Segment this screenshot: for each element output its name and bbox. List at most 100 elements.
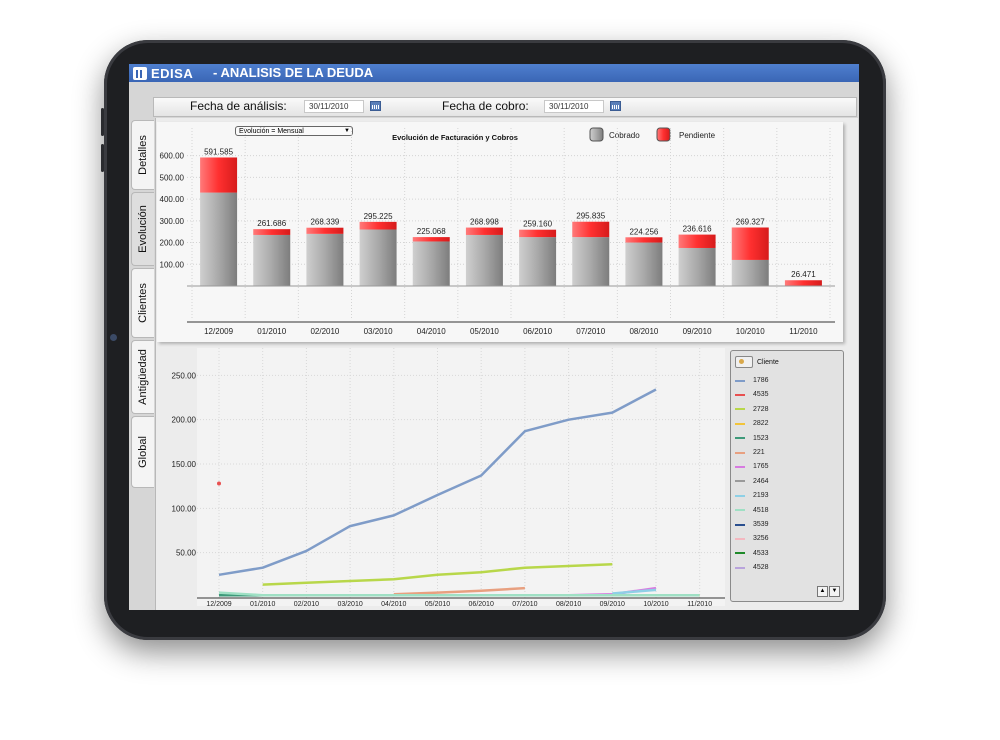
legend-item-4528[interactable]: 4528: [735, 564, 769, 571]
bar-cobrado: [306, 233, 344, 286]
x-tick-label: 01/2010: [257, 327, 286, 336]
legend-item-1786[interactable]: 1786: [735, 377, 769, 384]
legend-swatch: [735, 379, 745, 382]
bar-data-label: 225.068: [417, 227, 446, 236]
legend-label: 1765: [753, 463, 769, 471]
legend-swatch: [735, 509, 745, 512]
series-line-221: [393, 586, 525, 596]
bar-cobrado: [465, 234, 503, 286]
edisa-logo: EDISA: [133, 65, 194, 81]
legend-item-4533[interactable]: 4533: [735, 550, 769, 557]
x-tick-label: 03/2010: [364, 327, 393, 336]
legend-item-1765[interactable]: 1765: [735, 463, 769, 470]
legend-item-2728[interactable]: 2728: [735, 406, 769, 413]
legend-label: 4535: [753, 391, 769, 399]
legend-swatch-cobrado: [589, 127, 604, 142]
legend-item-4535[interactable]: 4535: [735, 391, 769, 398]
tab-clientes[interactable]: Clientes: [131, 268, 154, 338]
bar-data-label: 236.616: [683, 225, 712, 234]
legend-item-2464[interactable]: 2464: [735, 478, 769, 485]
x-tick-label: 05/2010: [470, 327, 499, 336]
legend-header: Cliente: [735, 356, 779, 368]
x-tick-label: 12/2009: [204, 327, 233, 336]
x-tick-label: 04/2010: [417, 327, 446, 336]
legend-item-3256[interactable]: 3256: [735, 535, 769, 542]
y-tick-label: 200.00: [160, 239, 185, 248]
bar-cobrado: [625, 242, 663, 286]
bar-chart: Evolución de Facturación y Cobros Cobrado…: [160, 127, 835, 336]
bar-cobrado: [731, 259, 769, 286]
legend-label: 2464: [753, 477, 769, 485]
bar-data-label: 261.686: [257, 219, 286, 228]
y-tick-label: 500.00: [160, 173, 185, 182]
scroll-up-icon[interactable]: ▲: [817, 586, 828, 597]
bar-pendiente: [731, 227, 769, 260]
calendar-icon[interactable]: [610, 101, 621, 111]
bar-pendiente: [412, 237, 450, 242]
legend-label: 1786: [753, 377, 769, 384]
bar-data-label: 268.339: [310, 218, 339, 227]
x-tick-label: 03/2010: [337, 601, 362, 606]
legend-item-3539[interactable]: 3539: [735, 521, 769, 528]
bar-pendiente: [784, 280, 822, 286]
bar-data-label: 295.835: [576, 212, 605, 221]
x-tick-label: 06/2010: [523, 327, 552, 336]
legend-item-4518[interactable]: 4518: [735, 507, 769, 514]
analysis-date-input[interactable]: 30/11/2010: [304, 100, 364, 113]
bar-data-label: 295.225: [364, 212, 393, 221]
legend-label-cobrado: Cobrado: [609, 131, 640, 140]
legend-label: 221: [753, 449, 765, 456]
x-tick-label: 07/2010: [512, 601, 537, 606]
x-tick-label: 09/2010: [683, 327, 712, 336]
x-tick-label: 02/2010: [294, 601, 319, 606]
calendar-icon[interactable]: [370, 101, 381, 111]
logo-text: EDISA: [151, 65, 194, 81]
client-filter-icon[interactable]: [735, 356, 753, 368]
collection-date-label: Fecha de cobro:: [442, 99, 529, 113]
x-tick-label: 10/2010: [736, 327, 765, 336]
x-tick-label: 04/2010: [381, 601, 406, 606]
x-tick-label: 08/2010: [556, 601, 581, 606]
bar-pendiente: [625, 237, 663, 243]
bar-pendiente: [519, 229, 557, 238]
x-tick-label: 11/2010: [789, 327, 818, 336]
tab-evolucion[interactable]: Evolución: [131, 192, 154, 266]
x-tick-label: 01/2010: [250, 601, 275, 606]
x-tick-label: 09/2010: [600, 601, 625, 606]
legend-label: 2822: [753, 420, 769, 428]
legend-label: 4528: [753, 564, 769, 572]
bar-pendiente: [678, 234, 716, 248]
legend-swatch: [735, 393, 745, 396]
legend-label: 3539: [753, 521, 769, 528]
legend-item-2193[interactable]: 2193: [735, 492, 769, 499]
legend-label: 4518: [753, 506, 769, 514]
x-tick-label: 12/2009: [206, 601, 231, 606]
bar-cobrado: [200, 192, 238, 286]
legend-swatch: [735, 537, 745, 540]
legend-label: 4533: [753, 549, 769, 557]
legend-item-1523[interactable]: 1523: [735, 435, 769, 442]
legend-swatch: [735, 422, 745, 425]
collection-date-input[interactable]: 30/11/2010: [544, 100, 604, 113]
bar-data-label: 591.585: [204, 147, 233, 156]
legend-swatch: [735, 451, 745, 454]
tab-detalles[interactable]: Detalles: [131, 120, 154, 190]
legend-label: 2193: [753, 492, 769, 500]
client-chart-panel: 12/2009 01/2010 02/2010 03/2010 04/2010 05/20…: [197, 348, 725, 606]
x-tick-label: 08/2010: [629, 327, 658, 336]
scroll-down-icon[interactable]: ▼: [829, 586, 840, 597]
legend-item-221[interactable]: 221: [735, 449, 765, 456]
bar-cobrado: [359, 229, 397, 286]
app-title: - ANALISIS DE LA DEUDA: [213, 65, 374, 80]
bar-pendiente: [253, 229, 291, 235]
legend-label: 1523: [753, 434, 769, 442]
y-tick-label: 600.00: [160, 152, 185, 161]
client-legend[interactable]: Cliente 1786 4535 2728 2822 1523 221 1765 2464 2…: [730, 350, 844, 602]
x-tick-label: 11/2010: [687, 601, 712, 606]
bar-pendiente: [572, 221, 610, 238]
bar-data-label: 268.998: [470, 218, 499, 227]
bar-pendiente: [306, 227, 344, 234]
volume-button: [101, 108, 104, 136]
legend-item-2822[interactable]: 2822: [735, 420, 769, 427]
legend-swatch: [735, 494, 745, 497]
